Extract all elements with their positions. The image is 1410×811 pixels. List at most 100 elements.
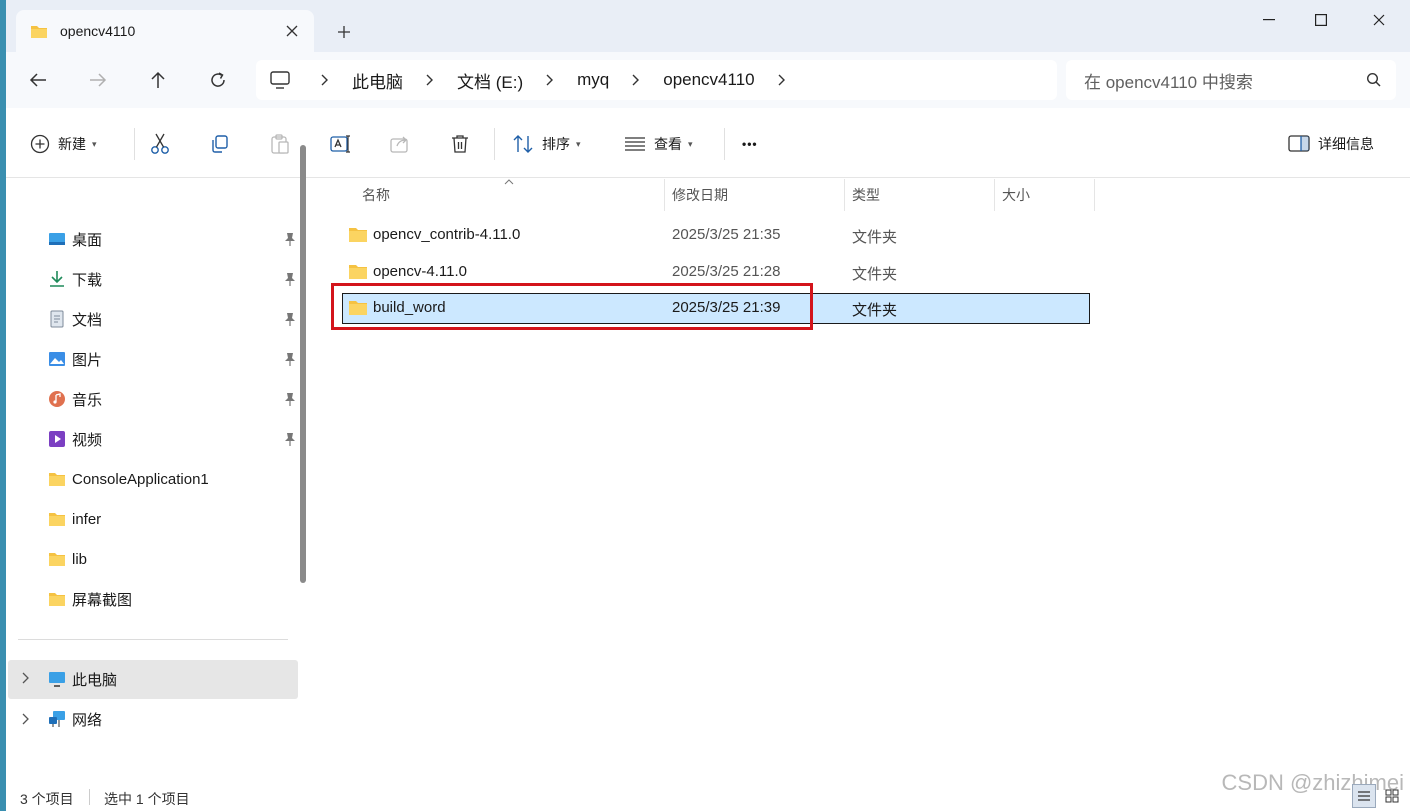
sidebar-item-downloads[interactable]: 下载	[8, 261, 298, 297]
pin-icon	[285, 313, 295, 326]
column-divider[interactable]	[664, 179, 665, 211]
maximize-button[interactable]	[1306, 6, 1336, 34]
tab-opencv4110[interactable]: opencv4110	[16, 10, 314, 52]
sort-icon	[513, 135, 533, 153]
close-tab-icon[interactable]	[282, 21, 302, 41]
music-icon	[49, 391, 65, 407]
column-header-size[interactable]: 大小	[1002, 179, 1030, 211]
sidebar-item-videos[interactable]: 视频	[8, 421, 298, 457]
item-count: 3 个项目	[20, 791, 74, 807]
sidebar-item-label: 桌面	[72, 231, 103, 249]
chevron-right-icon[interactable]	[22, 713, 30, 725]
sidebar-item-label: 文档	[72, 311, 103, 329]
sidebar-scrollbar[interactable]	[300, 145, 306, 583]
delete-button[interactable]	[450, 128, 470, 160]
up-button[interactable]	[142, 64, 174, 96]
document-icon	[50, 310, 64, 328]
sidebar-item-screenshots[interactable]: 屏幕截图	[8, 581, 298, 617]
view-label: 查看	[654, 136, 682, 152]
cut-button[interactable]	[150, 128, 170, 160]
view-list-icon	[625, 137, 645, 151]
breadcrumb-myq[interactable]: myq	[577, 70, 609, 90]
new-button[interactable]: 新建 ▾	[30, 128, 97, 160]
address-bar[interactable]: 此电脑 文档 (E:) myq opencv4110	[256, 60, 1057, 100]
sidebar-item-label: 下载	[72, 271, 103, 289]
sidebar-item-label: 音乐	[72, 391, 103, 409]
details-view-button[interactable]	[1352, 784, 1376, 808]
sidebar-item-lib[interactable]: lib	[8, 541, 298, 577]
details-pane-button[interactable]: 详细信息	[1288, 128, 1374, 160]
file-row[interactable]: opencv_contrib-4.11.0 2025/3/25 21:35 文件…	[342, 220, 1090, 251]
sidebar-item-music[interactable]: 音乐	[8, 381, 298, 417]
sort-label: 排序	[542, 136, 570, 152]
share-button[interactable]	[390, 128, 412, 160]
pin-icon	[285, 273, 295, 286]
file-type: 文件夹	[852, 266, 898, 283]
sidebar-item-network[interactable]: 网络	[8, 701, 298, 737]
folder-icon	[49, 473, 65, 486]
selection-count: 选中 1 个项目	[104, 791, 190, 807]
toolbar-divider	[494, 128, 495, 160]
chevron-right-icon	[631, 73, 641, 87]
view-button[interactable]: 查看 ▾	[624, 128, 693, 160]
chevron-right-icon[interactable]	[22, 672, 30, 684]
breadcrumb-drive-e[interactable]: 文档 (E:)	[457, 68, 523, 93]
search-placeholder: 在 opencv4110 中搜索	[1084, 72, 1253, 92]
sidebar-item-label: ConsoleApplication1	[72, 470, 209, 488]
pin-icon	[285, 393, 295, 406]
column-header-name[interactable]: 名称	[362, 179, 390, 211]
toolbar-divider	[724, 128, 725, 160]
status-bar: 3 个项目 选中 1 个项目	[6, 781, 1410, 811]
back-button[interactable]	[22, 64, 54, 96]
column-divider[interactable]	[994, 179, 995, 211]
breadcrumb-opencv4110[interactable]: opencv4110	[663, 70, 754, 90]
sidebar-item-label: infer	[72, 510, 102, 528]
sidebar-item-label: 网络	[72, 711, 103, 729]
column-header-type[interactable]: 类型	[852, 179, 880, 211]
paste-icon	[271, 134, 289, 154]
navigation-pane: 桌面 下载 文档 图片 音乐 视频 ConsoleApplication1 in…	[6, 179, 316, 781]
column-divider[interactable]	[844, 179, 845, 211]
download-icon	[50, 271, 64, 287]
file-modified: 2025/3/25 21:28	[672, 263, 781, 280]
new-tab-button[interactable]	[332, 20, 356, 44]
sidebar-item-this-pc[interactable]: 此电脑	[8, 660, 298, 699]
file-name: opencv-4.11.0	[373, 263, 467, 280]
details-view-icon	[1358, 791, 1370, 801]
more-options-button[interactable]: •••	[742, 128, 758, 160]
column-divider[interactable]	[1094, 179, 1095, 211]
tiles-view-icon	[1385, 789, 1399, 803]
sidebar-item-infer[interactable]: infer	[8, 501, 298, 537]
sidebar-item-consoleapplication1[interactable]: ConsoleApplication1	[8, 461, 298, 497]
copy-icon	[212, 135, 228, 153]
chevron-down-icon: ▾	[688, 138, 693, 149]
sidebar-item-pictures[interactable]: 图片	[8, 341, 298, 377]
watermark: CSDN @zhizhimei	[1221, 770, 1404, 795]
column-header-modified[interactable]: 修改日期	[672, 179, 728, 211]
chevron-right-icon	[425, 73, 435, 87]
sort-button[interactable]: 排序 ▾	[512, 128, 581, 160]
sidebar-item-desktop[interactable]: 桌面	[8, 221, 298, 257]
search-input[interactable]: 在 opencv4110 中搜索	[1066, 60, 1396, 100]
sidebar-item-documents[interactable]: 文档	[8, 301, 298, 337]
rename-icon	[330, 135, 350, 153]
details-label: 详细信息	[1318, 136, 1374, 152]
copy-button[interactable]	[210, 128, 230, 160]
sidebar-item-label: 视频	[72, 431, 103, 449]
navigation-bar: 此电脑 文档 (E:) myq opencv4110 在 opencv4110 …	[6, 52, 1410, 108]
share-icon	[390, 136, 408, 153]
tiles-view-button[interactable]	[1380, 784, 1404, 808]
column-size-label: 大小	[1002, 187, 1030, 203]
paste-button[interactable]	[270, 128, 290, 160]
file-name: opencv_contrib-4.11.0	[373, 226, 521, 243]
refresh-button[interactable]	[202, 64, 234, 96]
command-bar: 新建 ▾ 排序 ▾ 查看 ▾ ••• 详细信息	[6, 108, 1410, 178]
minimize-button[interactable]	[1254, 6, 1284, 34]
close-window-button[interactable]	[1364, 6, 1394, 34]
forward-button[interactable]	[82, 64, 114, 96]
rename-button[interactable]	[330, 128, 352, 160]
chevron-right-icon[interactable]	[777, 73, 787, 87]
sidebar-item-label: 图片	[72, 351, 103, 369]
breadcrumb-this-pc[interactable]: 此电脑	[352, 68, 403, 93]
sidebar-item-label: 屏幕截图	[72, 591, 133, 609]
